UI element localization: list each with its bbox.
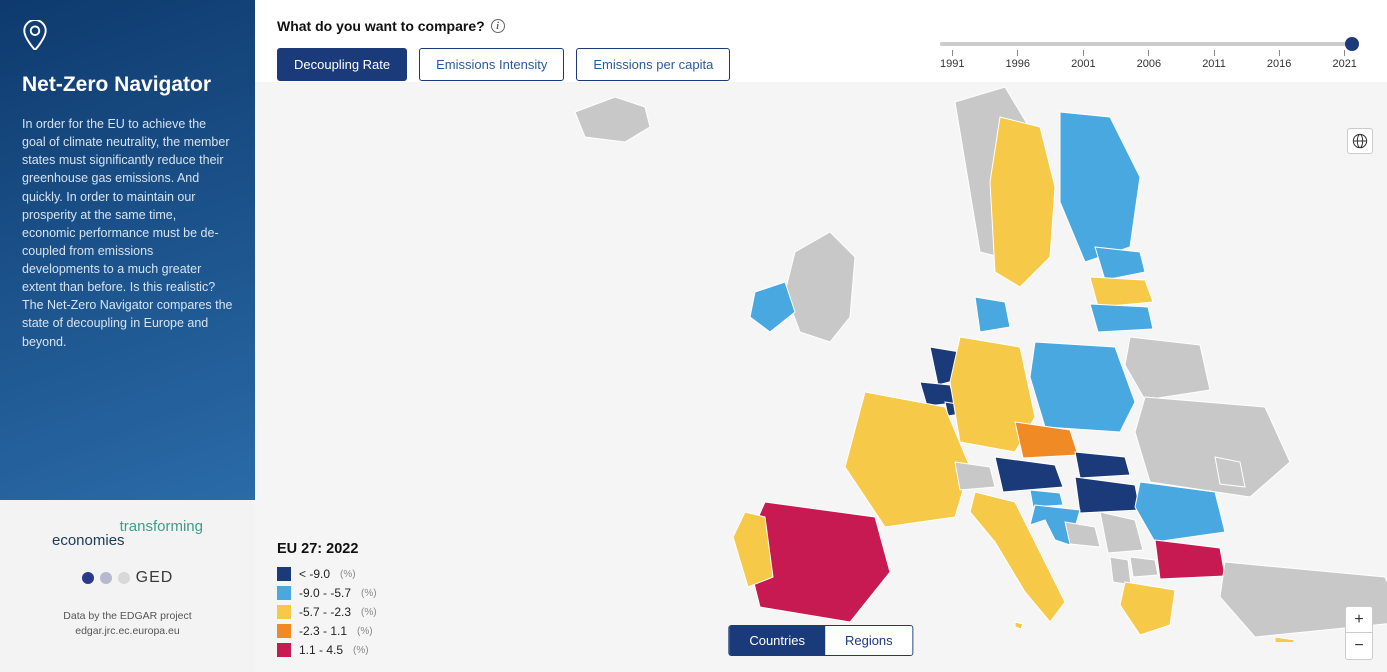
country-serbia[interactable] [1100,512,1143,553]
compare-prompt: What do you want to compare? i [277,18,1365,34]
country-iceland[interactable] [575,97,650,142]
timeline-tick: 2001 [1071,50,1095,70]
timeline-tick: 1996 [1006,50,1030,70]
top-bar: What do you want to compare? i Decouplin… [255,0,1387,94]
year-slider[interactable]: 1991 1996 2001 2006 2011 2016 2021 [940,42,1357,70]
country-finland[interactable] [1060,112,1140,262]
country-uk[interactable] [785,232,855,342]
legend-item[interactable]: -2.3 - 1.1(%) [277,624,377,638]
view-regions-button[interactable]: Regions [825,626,913,655]
logo-dot-icon [118,572,130,584]
country-cyprus[interactable] [1275,637,1295,642]
data-credit: Data by the EDGAR project edgar.jrc.ec.e… [22,609,233,638]
toggle-decoupling-rate[interactable]: Decoupling Rate [277,48,407,81]
timeline-tick: 2021 [1332,50,1356,70]
country-ukraine[interactable] [1135,397,1290,497]
map-area: EU 27: 2022 < -9.0(%) -9.0 - -5.7(%) -5.7 … [255,82,1387,672]
europe-map[interactable] [535,82,1387,642]
country-slovakia[interactable] [1075,452,1130,478]
country-latvia[interactable] [1090,277,1153,307]
country-belarus[interactable] [1125,337,1210,400]
country-poland[interactable] [1030,342,1135,432]
zoom-in-button[interactable]: + [1346,607,1372,633]
slider-track[interactable] [940,42,1357,46]
view-toggle: Countries Regions [728,625,913,656]
country-austria[interactable] [995,457,1063,492]
main-panel: ? What do you want to compare? i Decoupl… [255,0,1387,672]
legend-title: EU 27: 2022 [277,541,377,557]
slider-ticks: 1991 1996 2001 2006 2011 2016 2021 [940,50,1357,70]
country-switzerland[interactable] [955,462,995,490]
map-legend: EU 27: 2022 < -9.0(%) -9.0 - -5.7(%) -5.7 … [277,541,377,662]
legend-item[interactable]: 1.1 - 4.5(%) [277,643,377,657]
timeline-tick: 1991 [940,50,964,70]
timeline-tick: 2011 [1202,50,1226,70]
ged-logo: GED [22,569,233,587]
country-albania[interactable] [1110,557,1131,585]
country-bulgaria[interactable] [1155,540,1225,579]
country-estonia[interactable] [1095,247,1145,280]
country-denmark[interactable] [975,297,1010,332]
transforming-economies-logo: transforming economies [22,520,233,547]
country-greece[interactable] [1120,582,1175,635]
country-slovenia[interactable] [1030,490,1063,507]
timeline-tick: 2016 [1267,50,1291,70]
app-title: Net-Zero Navigator [22,73,233,97]
slider-handle[interactable] [1345,37,1359,51]
country-northmacedonia[interactable] [1130,557,1158,577]
country-bosnia[interactable] [1065,522,1100,547]
legend-item[interactable]: -9.0 - -5.7(%) [277,586,377,600]
country-hungary[interactable] [1075,477,1140,513]
country-malta[interactable] [1015,622,1023,629]
zoom-control: + − [1345,606,1373,660]
logo-dot-icon [100,572,112,584]
view-countries-button[interactable]: Countries [729,626,825,655]
app-description: In order for the EU to achieve the goal … [22,115,233,351]
logo-dot-icon [82,572,94,584]
sidebar-header: Net-Zero Navigator In order for the EU t… [0,0,255,500]
info-icon[interactable]: i [491,19,505,33]
country-sweden[interactable] [990,117,1055,287]
sidebar: Net-Zero Navigator In order for the EU t… [0,0,255,672]
pin-icon [22,20,48,50]
toggle-emissions-intensity[interactable]: Emissions Intensity [419,48,564,81]
country-lithuania[interactable] [1090,304,1153,332]
legend-item[interactable]: < -9.0(%) [277,567,377,581]
zoom-out-button[interactable]: − [1346,633,1372,659]
sidebar-footer: transforming economies GED Data by the E… [0,500,255,672]
legend-item[interactable]: -5.7 - -2.3(%) [277,605,377,619]
toggle-emissions-per-capita[interactable]: Emissions per capita [576,48,730,81]
timeline-tick: 2006 [1137,50,1161,70]
